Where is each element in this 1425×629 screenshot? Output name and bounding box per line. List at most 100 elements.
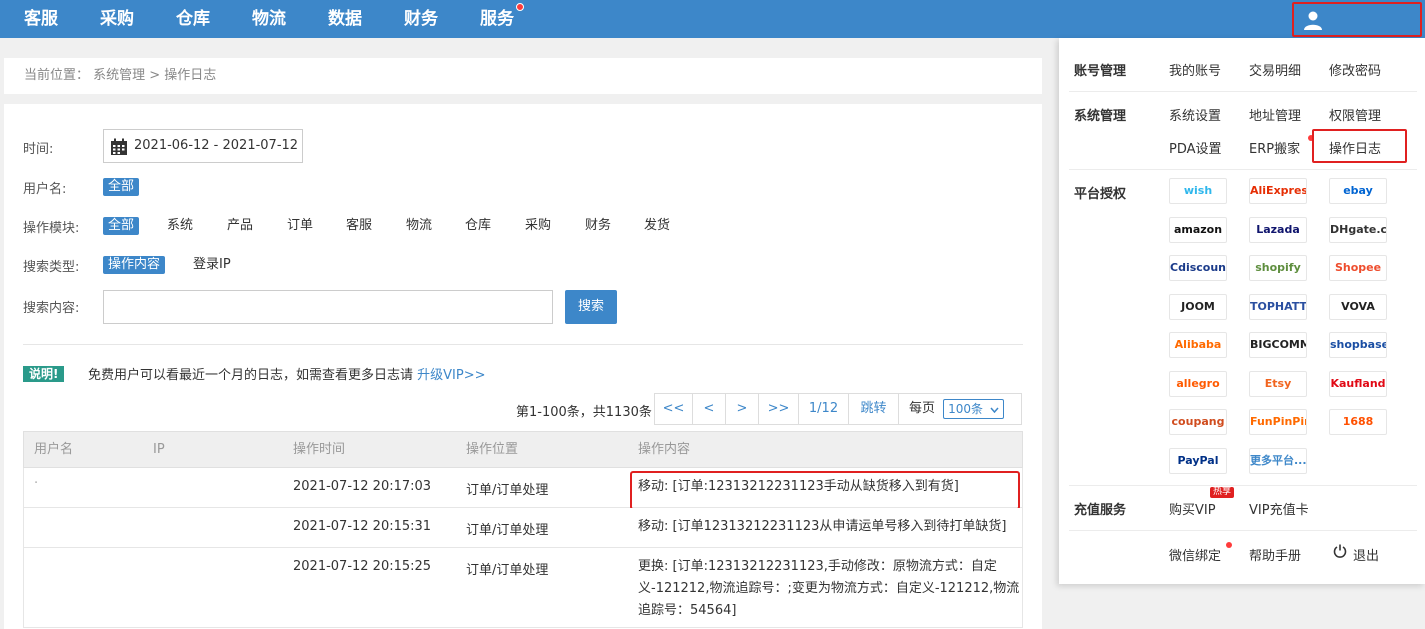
per-page-select[interactable]: 100条 — [943, 398, 1004, 419]
platform-logo[interactable]: AliExpress — [1249, 178, 1307, 204]
pager-last-button[interactable]: >> — [759, 394, 799, 424]
platform-logo[interactable]: shopify — [1249, 255, 1307, 281]
header-username: 用户名 — [34, 442, 74, 457]
platform-logo[interactable]: Shopee — [1329, 255, 1387, 281]
menu-divider — [1069, 169, 1417, 170]
wechat-bind-link[interactable]: 微信绑定 — [1169, 545, 1221, 564]
username-label: 用户名: — [23, 182, 67, 197]
pagination: << < > >> 1/12 跳转 每页 100条 — [654, 393, 1022, 425]
pager-jump-button[interactable]: 跳转 — [849, 394, 899, 424]
nav-finance[interactable]: 财务 — [404, 0, 438, 38]
module-option-all[interactable]: 全部 — [103, 217, 140, 235]
platform-logo[interactable]: Etsy — [1249, 370, 1307, 397]
erp-migration-link[interactable]: ERP搬家 — [1249, 138, 1300, 157]
per-page-control: 每页 100条 — [899, 394, 1021, 424]
logout-link[interactable]: 退出 — [1353, 545, 1379, 564]
module-option-shipping[interactable]: 发货 — [639, 217, 675, 235]
search-type-login-ip[interactable]: 登录IP — [188, 256, 236, 274]
pda-settings-link[interactable]: PDA设置 — [1169, 138, 1222, 157]
cell-location: 订单/订单处理 — [466, 523, 549, 538]
nav-service[interactable]: 服务 — [480, 0, 524, 38]
platform-logo[interactable]: ebay — [1329, 178, 1387, 204]
pager-next-button[interactable]: > — [726, 394, 759, 424]
breadcrumb: 当前位置： 系统管理 > 操作日志 — [4, 58, 1042, 94]
search-button[interactable]: 搜索 — [565, 290, 617, 324]
date-range-picker[interactable]: 2021-06-12 - 2021-07-12 — [103, 129, 303, 163]
module-option-order[interactable]: 订单 — [282, 217, 318, 235]
platform-logo[interactable]: 1688 — [1329, 409, 1387, 435]
platform-section-title: 平台授权 — [1074, 187, 1127, 202]
platform-logo[interactable]: Alibaba — [1169, 332, 1227, 358]
user-menu-button[interactable] — [1292, 2, 1422, 37]
platform-logo[interactable]: FunPinPin — [1249, 409, 1307, 435]
transactions-link[interactable]: 交易明细 — [1249, 60, 1301, 79]
buy-vip-link[interactable]: 购买VIP — [1169, 499, 1216, 518]
search-type-label: 搜索类型: — [23, 260, 80, 275]
module-option-system[interactable]: 系统 — [162, 217, 198, 235]
table-row[interactable]: · 2021-07-12 20:17:03 订单/订单处理 移动: [订单:12… — [23, 468, 1023, 510]
header-ip: IP — [153, 442, 165, 457]
module-option-warehouse[interactable]: 仓库 — [460, 217, 496, 235]
platform-logo[interactable]: wish — [1169, 178, 1227, 204]
table-row[interactable]: 2021-07-12 20:15:31 订单/订单处理 移动: [订单12313… — [23, 508, 1023, 548]
cell-content: 更换: [订单:12313212231123,手动修改：原物流方式：自定义-12… — [638, 559, 1020, 618]
platform-logo[interactable]: Lazada — [1249, 216, 1307, 243]
hot-badge: 热享 — [1210, 487, 1235, 498]
module-option-customer-service[interactable]: 客服 — [341, 217, 377, 235]
upgrade-vip-link[interactable]: 升级VIP>> — [417, 368, 485, 383]
my-account-link[interactable]: 我的账号 — [1169, 60, 1221, 79]
platform-logo[interactable]: coupang — [1169, 409, 1227, 435]
notification-dot — [516, 3, 524, 11]
help-manual-link[interactable]: 帮助手册 — [1249, 545, 1301, 564]
platform-logo[interactable]: amazon — [1169, 216, 1227, 243]
module-option-finance[interactable]: 财务 — [580, 217, 616, 235]
nav-customer-service[interactable]: 客服 — [24, 0, 58, 38]
platform-logo[interactable]: Kaufland — [1329, 370, 1387, 397]
table-row[interactable]: 2021-07-12 20:15:25 订单/订单处理 更换: [订单:1231… — [23, 548, 1023, 628]
change-password-link[interactable]: 修改密码 — [1329, 60, 1381, 79]
nav-logistics[interactable]: 物流 — [252, 0, 286, 38]
menu-divider — [1069, 530, 1417, 531]
notice-badge: 说明! — [23, 366, 65, 382]
module-option-logistics[interactable]: 物流 — [401, 217, 437, 235]
notification-dot — [1226, 542, 1232, 548]
date-range-value: 2021-06-12 - 2021-07-12 — [134, 138, 299, 153]
search-type-content[interactable]: 操作内容 — [103, 256, 166, 274]
module-option-purchase[interactable]: 采购 — [520, 217, 556, 235]
search-input[interactable] — [103, 290, 553, 324]
per-page-value: 100条 — [948, 401, 984, 416]
platform-logo[interactable]: BIGCOMMERCE — [1249, 332, 1307, 358]
permission-management-link[interactable]: 权限管理 — [1329, 105, 1381, 124]
header-location: 操作位置 — [466, 442, 519, 457]
nav-warehouse[interactable]: 仓库 — [176, 0, 210, 38]
pager-prev-button[interactable]: < — [693, 394, 726, 424]
system-settings-link[interactable]: 系统设置 — [1169, 105, 1221, 124]
platform-logo[interactable]: Cdiscount — [1169, 255, 1227, 281]
platform-logo[interactable]: TOPHATTER — [1249, 293, 1307, 320]
platform-logo[interactable]: shopbase — [1329, 332, 1387, 358]
calendar-icon — [111, 138, 127, 155]
recharge-section-title: 充值服务 — [1074, 503, 1127, 518]
notice-text: 免费用户可以看最近一个月的日志，如需查看更多日志请 升级VIP>> — [88, 364, 486, 383]
highlight-box — [630, 471, 1020, 510]
vip-card-link[interactable]: VIP充值卡 — [1249, 499, 1309, 518]
account-section-title: 账号管理 — [1074, 64, 1127, 79]
pager-first-button[interactable]: << — [655, 394, 693, 424]
platform-logo[interactable]: VOVA — [1329, 293, 1387, 320]
menu-divider — [1069, 91, 1417, 92]
system-section-title: 系统管理 — [1074, 109, 1127, 124]
module-option-product[interactable]: 产品 — [222, 217, 258, 235]
per-page-label: 每页 — [909, 401, 936, 416]
nav-data[interactable]: 数据 — [328, 0, 362, 38]
platform-logo[interactable]: allegro — [1169, 370, 1227, 397]
platform-logo[interactable]: PayPal — [1169, 447, 1227, 474]
nav-purchase[interactable]: 采购 — [100, 0, 134, 38]
username-option-all[interactable]: 全部 — [103, 178, 140, 196]
address-management-link[interactable]: 地址管理 — [1249, 105, 1301, 124]
cell-user: · — [34, 476, 39, 491]
platform-logo[interactable]: JOOM — [1169, 293, 1227, 320]
pager-current-page: 1/12 — [799, 394, 849, 424]
platform-logo[interactable]: DHgate.com — [1329, 216, 1387, 243]
platform-more[interactable]: 更多平台... — [1249, 447, 1307, 474]
header-time: 操作时间 — [293, 442, 346, 457]
